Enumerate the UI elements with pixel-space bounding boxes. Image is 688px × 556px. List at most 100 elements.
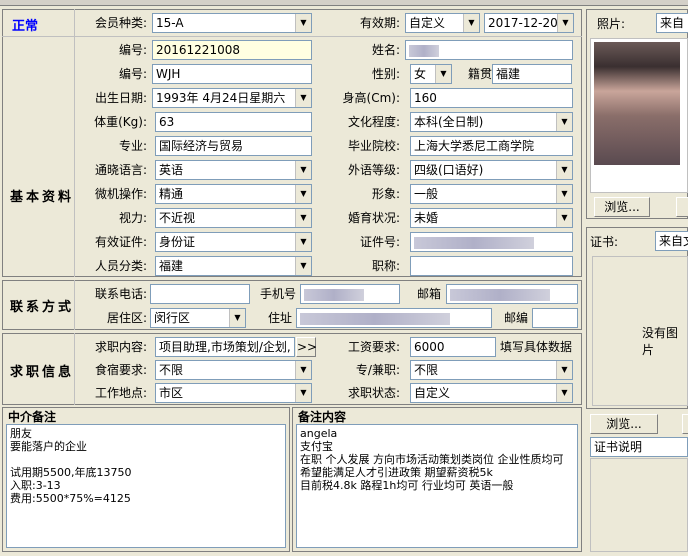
foreign-label: 外语等级: xyxy=(347,163,400,177)
location-select[interactable]: 市区 ▼ xyxy=(155,383,312,403)
chevron-down-icon[interactable]: ▼ xyxy=(556,384,572,402)
board-select[interactable]: 不限 ▼ xyxy=(155,360,312,380)
photo-extra-button[interactable] xyxy=(676,197,688,217)
mobile-field[interactable] xyxy=(300,284,400,304)
weight-label: 体重(Kg): xyxy=(94,115,147,129)
address-field[interactable] xyxy=(296,308,492,328)
chevron-down-icon[interactable]: ▼ xyxy=(295,209,311,227)
vision-label: 视力: xyxy=(118,211,147,225)
no1-field[interactable]: 20161221008 xyxy=(152,40,312,60)
member-type-select[interactable]: 15-A ▼ xyxy=(152,13,312,33)
job-status-select[interactable]: 自定义 ▼ xyxy=(410,383,573,403)
photo-source-select[interactable]: 来自 xyxy=(656,13,688,33)
more-button[interactable]: >> xyxy=(296,337,317,357)
chevron-down-icon[interactable]: ▼ xyxy=(295,89,311,107)
memo-line xyxy=(10,453,282,466)
postcode-field[interactable] xyxy=(532,308,578,328)
chevron-down-icon[interactable]: ▼ xyxy=(556,209,572,227)
foreign-level-select[interactable]: 四级(口语好) ▼ xyxy=(410,160,573,180)
school-field[interactable]: 上海大学悉尼工商学院 xyxy=(410,136,573,156)
weight-field[interactable]: 63 xyxy=(155,112,312,132)
image-value: 一般 xyxy=(414,187,439,201)
notes-textarea[interactable]: angela 支付宝 在职 个人发展 方向市场活动策划类岗位 企业性质均可 希望能满… xyxy=(296,424,578,548)
gender-select[interactable]: 女 ▼ xyxy=(410,64,452,84)
chevron-down-icon[interactable]: ▼ xyxy=(295,361,311,379)
chevron-down-icon[interactable]: ▼ xyxy=(295,185,311,203)
redacted-address xyxy=(300,312,450,325)
job-content-field[interactable]: 项目助理,市场策划/企划, xyxy=(155,337,295,357)
chevron-down-icon[interactable]: ▼ xyxy=(556,113,572,131)
chevron-down-icon[interactable]: ▼ xyxy=(229,309,245,327)
id-no-field[interactable] xyxy=(410,232,573,252)
board-value: 不限 xyxy=(159,363,184,377)
name-field[interactable] xyxy=(405,40,573,60)
height-field[interactable]: 160 xyxy=(410,88,573,108)
cert-label: 证书: xyxy=(590,235,619,249)
member-type-value: 15-A xyxy=(156,16,184,30)
id-doc-select[interactable]: 身份证 ▼ xyxy=(155,232,312,252)
marital-value: 未婚 xyxy=(414,211,439,225)
salary-field[interactable]: 6000 xyxy=(410,337,496,357)
no2-field[interactable]: WJH xyxy=(152,64,312,84)
email-field[interactable] xyxy=(446,284,578,304)
district-select[interactable]: 闵行区 ▼ xyxy=(150,308,246,328)
chevron-down-icon[interactable]: ▼ xyxy=(295,384,311,402)
computer-select[interactable]: 精通 ▼ xyxy=(155,184,312,204)
marital-select[interactable]: 未婚 ▼ xyxy=(410,208,573,228)
salary-note: 填写具体数据 xyxy=(500,340,573,354)
job-status-label: 求职状态: xyxy=(347,386,400,400)
cert-source-value: 来自文 xyxy=(659,234,688,248)
marital-label: 婚育状况: xyxy=(347,211,400,225)
vision-select[interactable]: 不近视 ▼ xyxy=(155,208,312,228)
district-value: 闵行区 xyxy=(154,311,191,325)
validity-type-select[interactable]: 自定义 ▼ xyxy=(405,13,480,33)
col-divider xyxy=(74,9,75,277)
memo-line: 在职 个人发展 方向市场活动策划类岗位 企业性质均可 希望能满足人才引进政策 期… xyxy=(300,453,564,479)
chevron-down-icon[interactable]: ▼ xyxy=(295,233,311,251)
education-select[interactable]: 本科(全日制) ▼ xyxy=(410,112,573,132)
col-divider xyxy=(74,333,75,405)
chevron-down-icon[interactable]: ▼ xyxy=(295,257,311,275)
person-photo-image xyxy=(594,42,680,165)
image-select[interactable]: 一般 ▼ xyxy=(410,184,573,204)
vision-value: 不近视 xyxy=(159,211,196,225)
chevron-down-icon[interactable]: ▼ xyxy=(463,14,479,32)
major-field[interactable]: 国际经济与贸易 xyxy=(155,136,312,156)
chevron-down-icon[interactable]: ▼ xyxy=(295,161,311,179)
birth-date-picker[interactable]: 1993年 4月24日星期六 ▼ xyxy=(152,88,312,108)
native-field[interactable]: 福建 xyxy=(492,64,572,84)
chevron-down-icon[interactable]: ▼ xyxy=(557,14,573,32)
basic-info-label: 基本资料 xyxy=(10,190,75,205)
location-label: 工作地点: xyxy=(94,386,147,400)
chevron-down-icon[interactable]: ▼ xyxy=(556,185,572,203)
location-value: 市区 xyxy=(159,386,184,400)
redacted-id xyxy=(414,236,534,249)
chevron-down-icon[interactable]: ▼ xyxy=(556,161,572,179)
redacted-name xyxy=(409,44,439,57)
chevron-down-icon[interactable]: ▼ xyxy=(295,14,311,32)
chevron-down-icon[interactable]: ▼ xyxy=(435,65,451,83)
photo-browse-button[interactable]: 浏览... xyxy=(594,197,650,217)
memo-line: angela xyxy=(300,427,338,440)
phone-field[interactable] xyxy=(150,284,250,304)
category-select[interactable]: 福建 ▼ xyxy=(155,256,312,276)
cert-description-field[interactable]: 证书说明 xyxy=(590,437,688,457)
title-field[interactable] xyxy=(410,256,573,276)
school-label: 毕业院校: xyxy=(347,139,400,153)
language-select[interactable]: 英语 ▼ xyxy=(155,160,312,180)
cert-browse-button[interactable]: 浏览... xyxy=(590,414,658,434)
validity-date-picker[interactable]: 2017-12-20 ▼ xyxy=(484,13,574,33)
education-label: 文化程度: xyxy=(347,115,400,129)
intermediary-notes-title: 中介备注 xyxy=(8,410,57,424)
notes-title: 备注内容 xyxy=(298,410,347,424)
intermediary-notes-textarea[interactable]: 朋友 要能落户的企业 试用期5500,年底13750 入职:3-13 费用:5500*7… xyxy=(6,424,286,548)
memo-line: 入职:3-13 xyxy=(10,479,61,492)
member-type-label: 会员种类: xyxy=(94,16,147,30)
education-value: 本科(全日制) xyxy=(414,115,484,129)
cert-extra-button[interactable] xyxy=(682,414,688,434)
parttime-select[interactable]: 不限 ▼ xyxy=(410,360,573,380)
chevron-down-icon[interactable]: ▼ xyxy=(556,361,572,379)
birth-label: 出生日期: xyxy=(94,91,147,105)
cert-source-select[interactable]: 来自文 xyxy=(655,231,688,251)
district-label: 居住区: xyxy=(106,311,147,325)
